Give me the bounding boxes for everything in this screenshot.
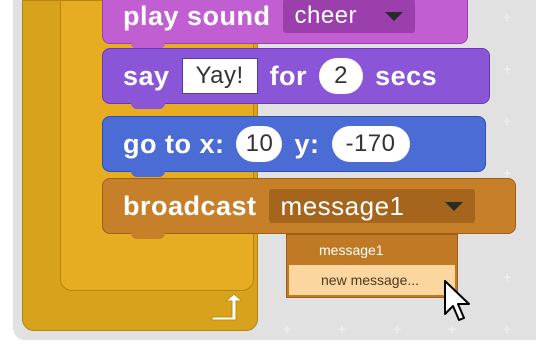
grid-dot: + bbox=[503, 9, 512, 25]
broadcast-block[interactable]: broadcast message1 bbox=[102, 178, 516, 239]
play-sound-block[interactable]: play sound cheer bbox=[102, 0, 468, 49]
grid-dot: + bbox=[448, 321, 457, 337]
y-label: y: bbox=[294, 128, 320, 159]
secs-label: secs bbox=[375, 60, 438, 91]
y-input[interactable]: -170 bbox=[331, 126, 410, 162]
broadcast-label: broadcast bbox=[123, 190, 257, 221]
go-to-x-label: go to x: bbox=[123, 128, 225, 159]
sound-dropdown[interactable]: cheer bbox=[282, 0, 415, 33]
sound-value: cheer bbox=[294, 2, 358, 29]
loop-arrow-icon bbox=[211, 293, 242, 321]
grid-dot: + bbox=[503, 269, 512, 285]
message-value: message1 bbox=[280, 190, 405, 221]
grid-dot: + bbox=[503, 113, 512, 129]
mouse-pointer-icon bbox=[444, 280, 470, 321]
for-label: for bbox=[269, 60, 308, 91]
say-label: say bbox=[123, 60, 170, 91]
grid-dot: + bbox=[338, 321, 347, 337]
grid-dot: + bbox=[503, 61, 512, 77]
grid-dot: + bbox=[283, 321, 292, 337]
x-input[interactable]: 10 bbox=[236, 126, 283, 162]
say-block[interactable]: say Yay! for 2 secs bbox=[102, 48, 490, 109]
dropdown-caret-icon bbox=[384, 11, 403, 21]
go-to-block[interactable]: go to x: 10 y: -170 bbox=[102, 116, 486, 177]
grid-dot: + bbox=[393, 321, 402, 337]
message-dropdown-menu: message1 new message... bbox=[286, 234, 458, 298]
say-text-input[interactable]: Yay! bbox=[181, 58, 258, 94]
grid-dot: + bbox=[503, 321, 512, 337]
menu-item-message1[interactable]: message1 bbox=[287, 235, 457, 265]
dropdown-caret-icon bbox=[444, 201, 463, 211]
play-sound-label: play sound bbox=[123, 0, 271, 31]
secs-input[interactable]: 2 bbox=[319, 58, 364, 94]
message-dropdown[interactable]: message1 bbox=[268, 189, 475, 223]
menu-item-new-message[interactable]: new message... bbox=[289, 265, 455, 295]
